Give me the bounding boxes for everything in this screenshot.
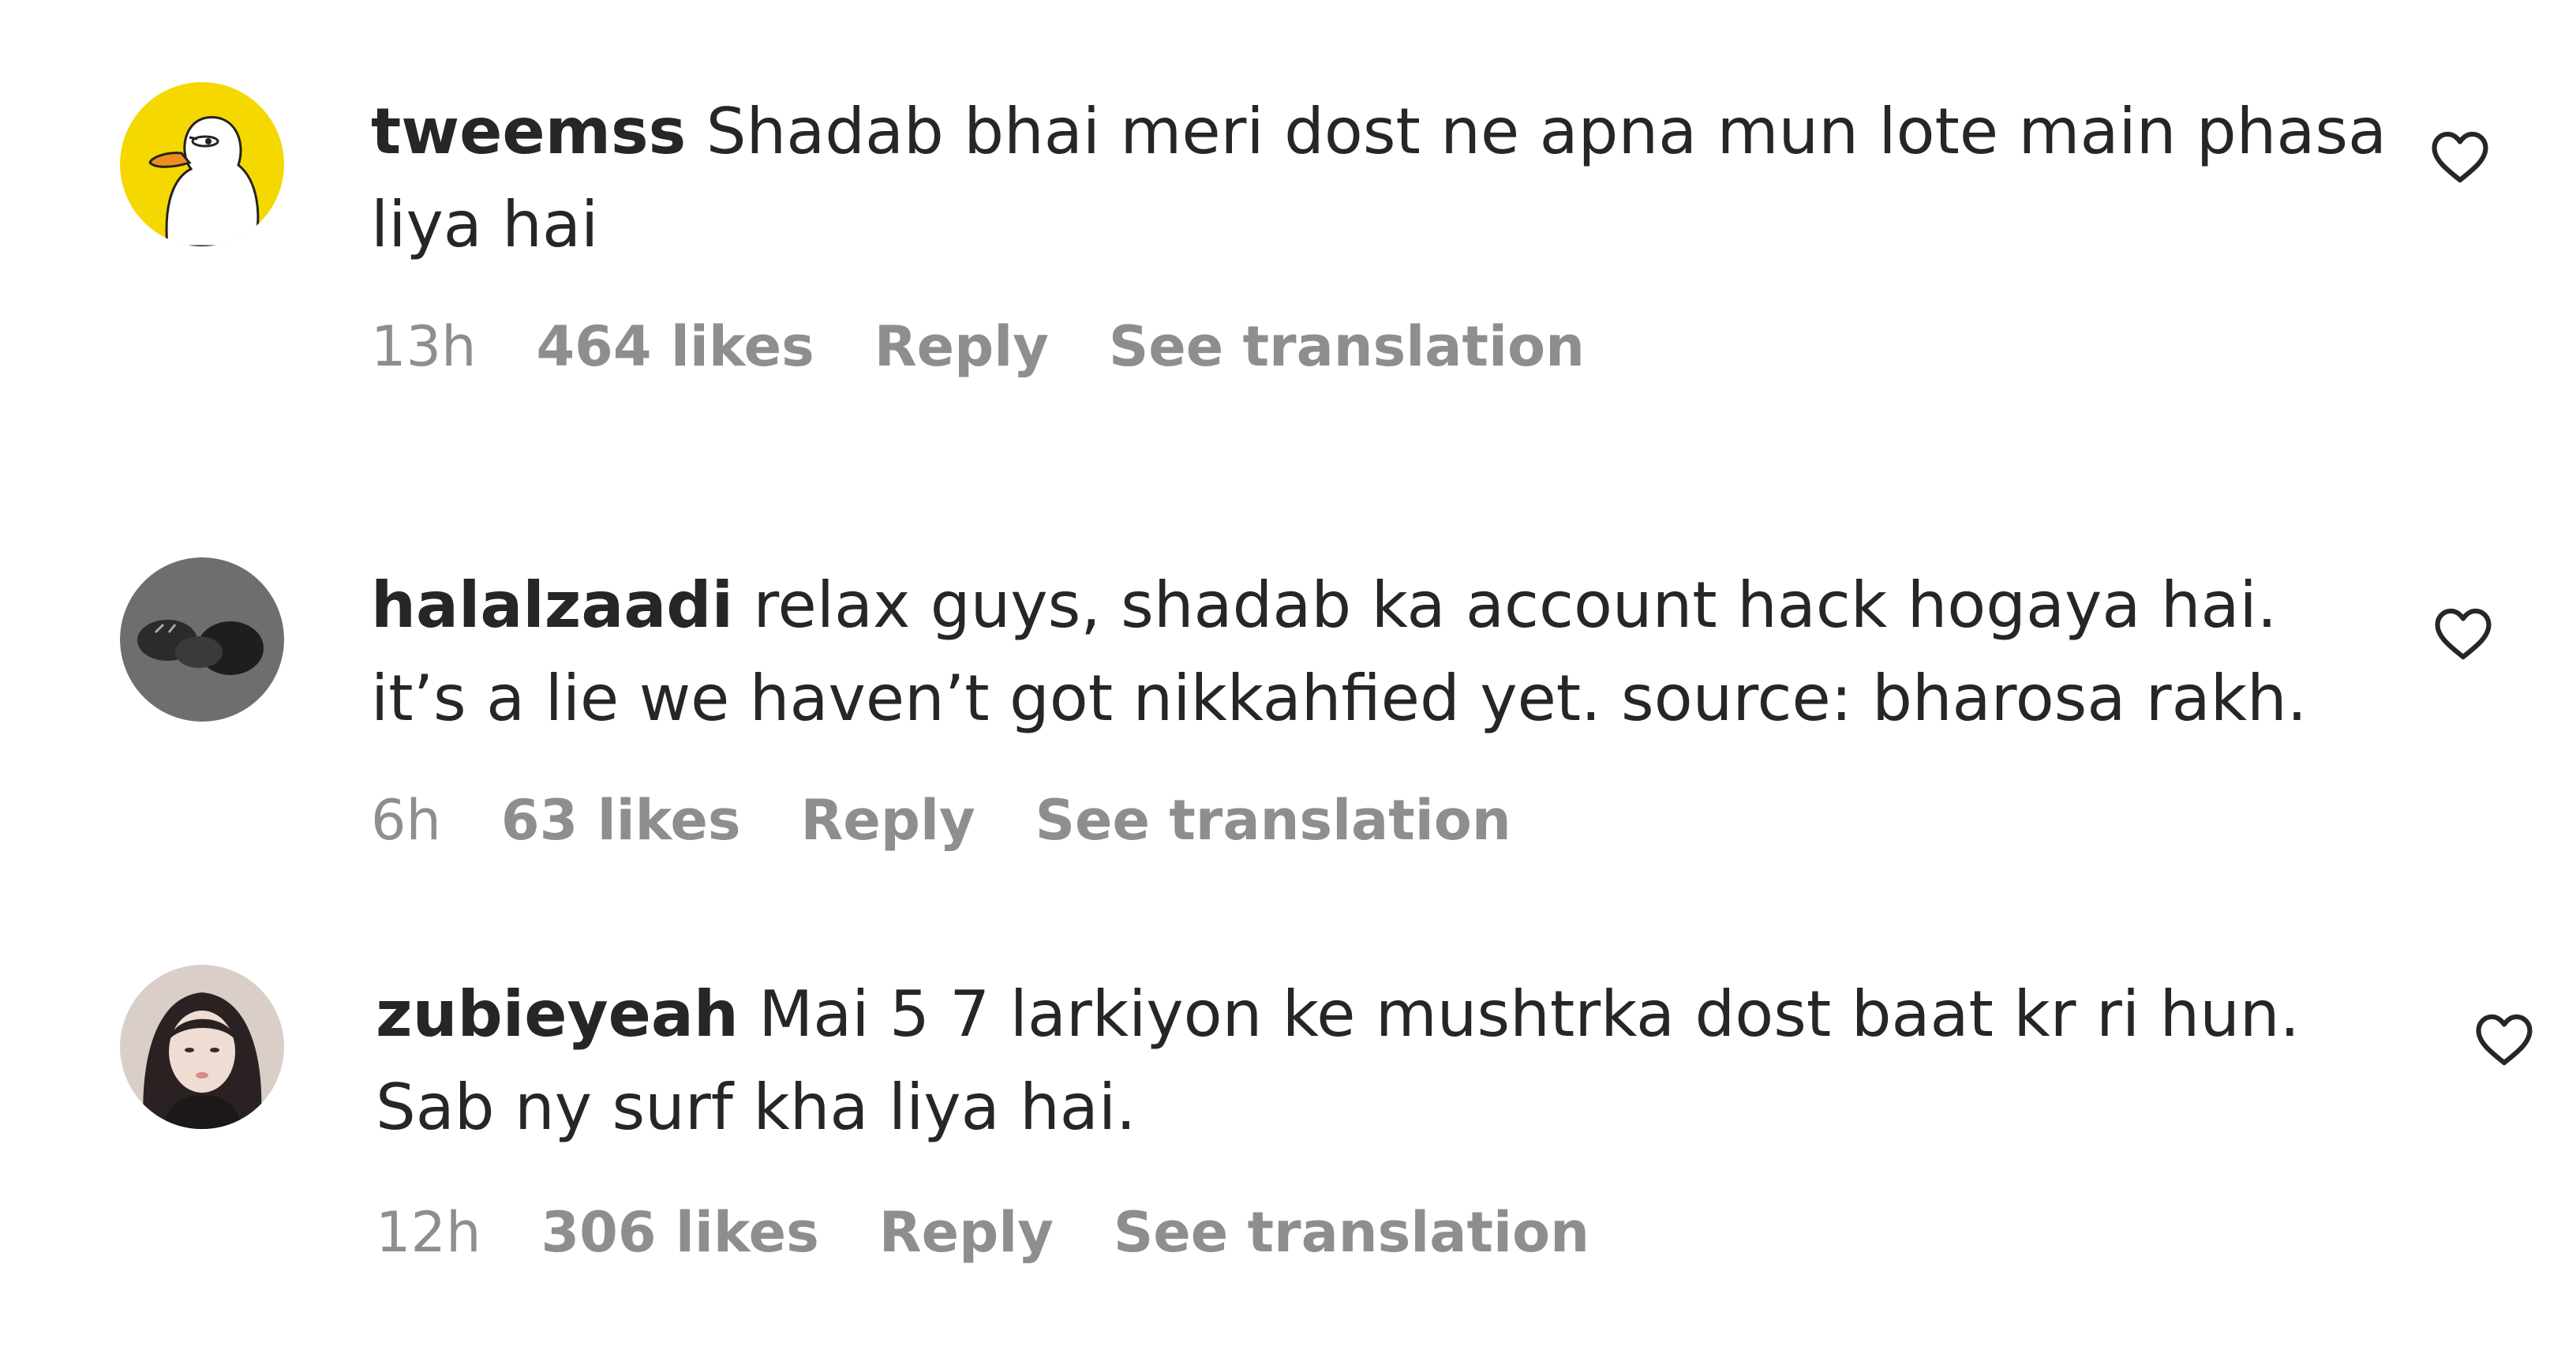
portrait-avatar-icon: [120, 965, 284, 1129]
reply-button[interactable]: Reply: [874, 314, 1049, 379]
comment-item: zubieyeah Mai 5 7 larkiyon ke mushtrka d…: [0, 916, 2576, 1354]
like-button[interactable]: [2431, 602, 2496, 666]
comment-meta: 13h 464 likes Reply See translation: [371, 314, 1645, 379]
like-button[interactable]: [2428, 125, 2492, 189]
like-count[interactable]: 464 likes: [536, 314, 814, 379]
like-count[interactable]: 63 likes: [501, 788, 741, 853]
comment-item: halalzaadi relax guys, shadab ka account…: [0, 474, 2576, 916]
reply-button[interactable]: Reply: [801, 788, 975, 853]
avatar[interactable]: [120, 557, 284, 722]
like-count[interactable]: 306 likes: [541, 1200, 818, 1265]
see-translation-button[interactable]: See translation: [1035, 788, 1511, 853]
heart-icon: [2435, 608, 2492, 660]
comment-username[interactable]: tweemss: [371, 95, 686, 168]
see-translation-button[interactable]: See translation: [1114, 1200, 1589, 1265]
comment-username[interactable]: zubieyeah: [376, 977, 739, 1051]
dark-photo-avatar-icon: [120, 557, 284, 722]
comment-text: zubieyeah Mai 5 7 larkiyon ke mushtrka d…: [376, 968, 2396, 1154]
comment-text: halalzaadi relax guys, shadab ka account…: [371, 559, 2391, 745]
duck-avatar-icon: [120, 82, 284, 246]
comment-item: tweemss Shadab bhai meri dost ne apna mu…: [0, 0, 2576, 474]
comment-meta: 6h 63 likes Reply See translation: [371, 788, 1571, 853]
avatar[interactable]: [120, 82, 284, 246]
comment-username[interactable]: halalzaadi: [371, 568, 733, 642]
avatar[interactable]: [120, 965, 284, 1129]
comment-time[interactable]: 6h: [371, 788, 441, 853]
comment-time[interactable]: 13h: [371, 314, 476, 379]
comment-meta: 12h 306 likes Reply See translation: [376, 1200, 1649, 1265]
reply-button[interactable]: Reply: [879, 1200, 1054, 1265]
heart-icon: [2476, 1014, 2533, 1066]
comment-text: tweemss Shadab bhai meri dost ne apna mu…: [371, 85, 2391, 272]
like-button[interactable]: [2472, 1007, 2537, 1072]
comment-time[interactable]: 12h: [376, 1200, 481, 1265]
see-translation-button[interactable]: See translation: [1109, 314, 1585, 379]
heart-icon: [2432, 131, 2488, 183]
